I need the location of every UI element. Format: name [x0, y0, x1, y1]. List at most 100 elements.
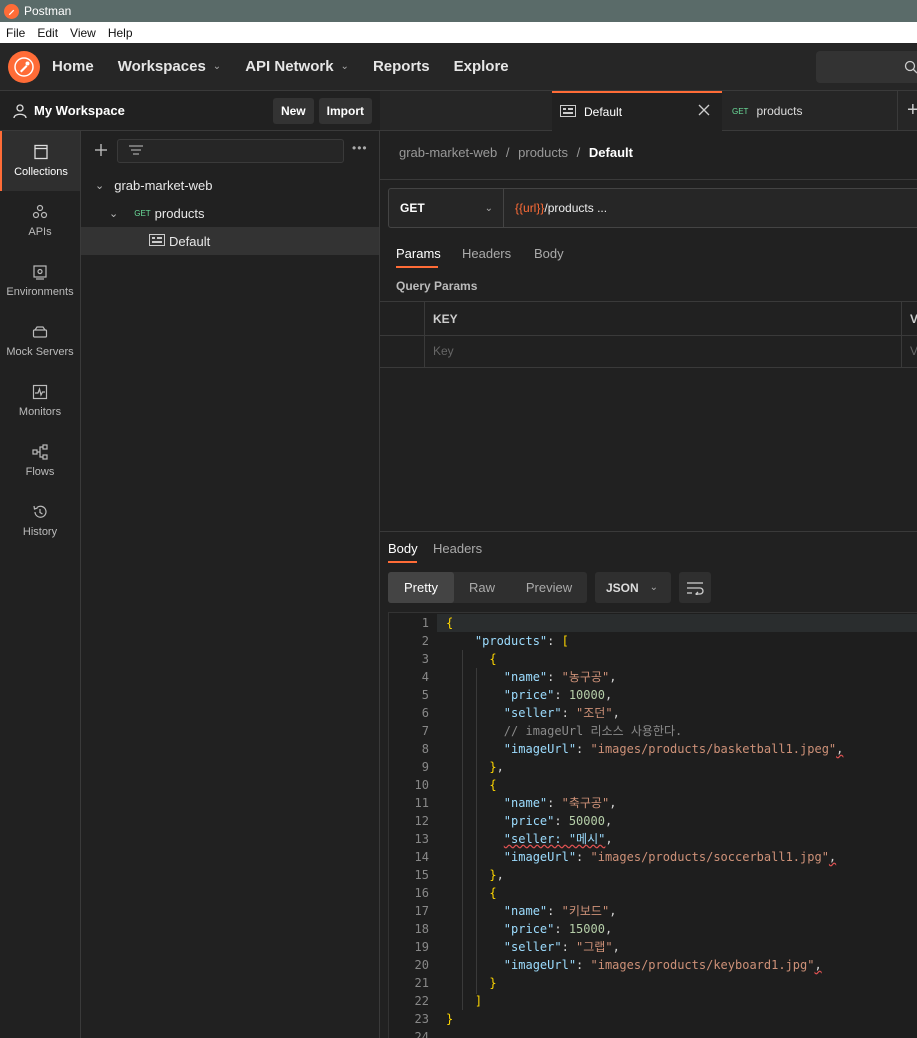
breadcrumb-separator: /: [576, 145, 581, 160]
value-input[interactable]: V: [910, 344, 917, 358]
plus-icon: [95, 144, 107, 156]
line-number: 6: [421, 706, 429, 720]
pretty-button[interactable]: Pretty: [388, 572, 454, 603]
import-button[interactable]: Import: [318, 97, 372, 124]
code-comment: // imageUrl 리소스 사용한다.: [503, 724, 683, 738]
url-variable: {{url}}: [515, 201, 545, 215]
nav-explore[interactable]: Explore: [454, 58, 509, 75]
environments-icon: [32, 264, 48, 280]
code-line: }: [489, 976, 497, 990]
more-options-icon[interactable]: •••: [352, 141, 368, 155]
sidebar-item-history[interactable]: History: [0, 491, 80, 551]
new-tab-plus-icon[interactable]: +: [907, 100, 917, 120]
sidebar-item-mock-servers[interactable]: Mock Servers: [0, 311, 80, 371]
code-line: "price": 50000,: [503, 814, 613, 828]
filter-icon: [129, 145, 143, 155]
example-item-default[interactable]: Default: [81, 227, 379, 255]
code-line: {: [489, 886, 497, 900]
response-tab-headers[interactable]: Headers: [433, 541, 482, 556]
key-input[interactable]: Key: [433, 344, 454, 358]
workspace-title: My Workspace: [34, 103, 125, 118]
json-key: "imageUrl": [503, 742, 577, 756]
collection-filter-input[interactable]: [117, 139, 344, 163]
table-divider: [380, 335, 917, 336]
nav-workspaces[interactable]: Workspaces ⌄: [118, 58, 222, 75]
search-input[interactable]: [816, 51, 917, 83]
code-line: ]: [474, 994, 483, 1008]
json-number: 50000: [568, 814, 605, 828]
url-input[interactable]: {{url}}/products ...: [515, 201, 607, 215]
close-icon[interactable]: [698, 104, 710, 119]
json-key: "price": [503, 688, 555, 702]
nav-reports[interactable]: Reports: [373, 58, 430, 75]
sidebar-item-environments[interactable]: Environments: [0, 251, 80, 311]
json-key: "price": [503, 814, 555, 828]
line-number: 19: [414, 940, 429, 954]
breadcrumb-request[interactable]: products: [518, 145, 568, 160]
method-label: GET: [400, 201, 425, 215]
menu-view[interactable]: View: [64, 26, 102, 40]
response-tab-body[interactable]: Body: [388, 541, 418, 556]
menu-file[interactable]: File: [0, 26, 31, 40]
response-body-editor[interactable]: 1 2 3 4 5 6 7 8 9 10 11 12 13 14 15 16 17 18 19 20 21 22 23 24 …: [388, 612, 917, 1038]
view-mode-group: Pretty Raw Preview: [388, 572, 587, 603]
postman-logo-icon: [4, 3, 19, 19]
method-select[interactable]: GET ⌄: [389, 189, 504, 227]
sidebar-item-flows[interactable]: Flows: [0, 431, 80, 491]
apis-icon: [32, 204, 48, 220]
json-key-error: "seller: "메시": [503, 832, 606, 846]
nav-home[interactable]: Home: [52, 58, 94, 75]
line-number: 14: [414, 850, 429, 864]
tab-headers[interactable]: Headers: [462, 246, 511, 261]
add-collection-button[interactable]: [93, 142, 109, 158]
tab-params[interactable]: Params: [396, 246, 441, 261]
wrap-lines-icon: [687, 581, 704, 595]
postman-app-logo-icon[interactable]: [8, 50, 40, 83]
menu-help[interactable]: Help: [102, 26, 139, 40]
example-name: Default: [169, 233, 211, 249]
json-key: "name": [503, 904, 548, 918]
code-line: "seller": "조던",: [503, 706, 620, 720]
json-key: "name": [503, 670, 548, 684]
json-key: "name": [503, 796, 548, 810]
menu-edit[interactable]: Edit: [31, 26, 64, 40]
collection-item-grab-market-web[interactable]: ⌄ grab-market-web: [81, 171, 379, 199]
wrap-lines-button[interactable]: [679, 572, 711, 603]
window-titlebar: Postman: [0, 0, 917, 22]
line-number: 18: [414, 922, 429, 936]
line-number: 23: [414, 1012, 429, 1026]
code-line: }: [446, 1012, 454, 1026]
sidebar-item-monitors[interactable]: Monitors: [0, 371, 80, 431]
json-number: 10000: [568, 688, 605, 702]
nav-api-network[interactable]: API Network ⌄: [245, 58, 349, 75]
sidebar-item-collections[interactable]: Collections: [0, 131, 80, 191]
breadcrumb-separator: /: [505, 145, 510, 160]
sidebar-item-apis[interactable]: APIs: [0, 191, 80, 251]
format-select[interactable]: JSON ⌄: [595, 572, 671, 603]
tab-default[interactable]: Default: [552, 91, 722, 131]
code-content: { "products": [ { "name": "농구공", "price"…: [446, 614, 843, 1038]
history-icon: [32, 504, 48, 520]
sidebar-rail: Collections APIs Environments Mock Serve…: [0, 131, 81, 1038]
raw-button[interactable]: Raw: [458, 572, 506, 603]
breadcrumb: grab-market-web / products / Default: [399, 145, 633, 160]
request-item-products[interactable]: ⌄ GET products: [81, 199, 379, 227]
tab-body[interactable]: Body: [534, 246, 564, 261]
new-button[interactable]: New: [272, 97, 314, 124]
breadcrumb-collection[interactable]: grab-market-web: [399, 145, 497, 160]
line-number: 11: [414, 796, 429, 810]
nav-explore-label: Explore: [453, 58, 509, 75]
nav-home-label: Home: [52, 58, 94, 75]
tab-products[interactable]: GET products: [723, 91, 898, 131]
collections-icon: [33, 144, 49, 160]
example-icon: [560, 104, 576, 120]
line-number: 13: [414, 832, 429, 846]
menu-bar: File Edit View Help: [0, 22, 917, 43]
line-numbers: 1 2 3 4 5 6 7 8 9 10 11 12 13 14 15 16 17 18 19 20 21 22 23 24: [389, 614, 429, 1038]
line-number: 8: [421, 742, 429, 756]
params-table: KEY V Key V: [380, 301, 917, 368]
code-line: "name": "키보드",: [503, 904, 617, 918]
method-badge: GET: [134, 208, 151, 218]
json-key: "price": [503, 922, 555, 936]
preview-button[interactable]: Preview: [513, 572, 585, 603]
